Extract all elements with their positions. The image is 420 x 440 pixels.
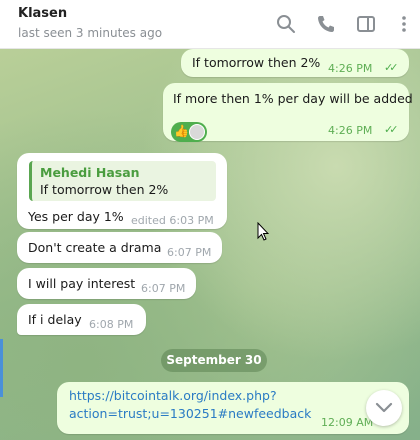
read-ticks-icon: ✓✓ bbox=[384, 123, 399, 136]
last-seen-status: last seen 3 minutes ago bbox=[18, 26, 163, 40]
side-indicator bbox=[0, 339, 3, 397]
message-outgoing-link[interactable]: https://bitcointalk.org/index.php? actio… bbox=[57, 382, 409, 434]
reply-author: Mehedi Hasan bbox=[40, 165, 140, 180]
chat-area[interactable]: If tomorrow then 2% 4:26 PM ✓✓ If more t… bbox=[0, 49, 420, 440]
message-incoming[interactable]: I will pay interest 6:07 PM bbox=[17, 268, 196, 299]
sidebar-toggle-icon[interactable] bbox=[356, 14, 376, 34]
more-icon[interactable] bbox=[394, 14, 414, 34]
chat-header: Klasen last seen 3 minutes ago bbox=[0, 0, 420, 49]
message-time: 6:07 PM bbox=[167, 246, 212, 259]
message-text: If more then 1% per day will be added bbox=[173, 91, 413, 106]
message-incoming[interactable]: Mehedi Hasan If tomorrow then 2% Yes per… bbox=[17, 153, 227, 229]
chevron-down-icon bbox=[375, 402, 393, 413]
thumbs-up-icon: 👍 bbox=[174, 124, 189, 138]
message-text: If tomorrow then 2% bbox=[192, 55, 321, 70]
message-outgoing[interactable]: If tomorrow then 2% 4:26 PM ✓✓ bbox=[181, 49, 409, 77]
search-icon[interactable] bbox=[276, 14, 296, 34]
scroll-to-bottom-button[interactable] bbox=[366, 390, 402, 426]
reply-quote[interactable]: Mehedi Hasan If tomorrow then 2% bbox=[29, 161, 216, 201]
read-ticks-icon: ✓✓ bbox=[384, 61, 399, 74]
message-text: Don't create a drama bbox=[28, 240, 162, 255]
message-incoming[interactable]: Don't create a drama 6:07 PM bbox=[17, 232, 222, 263]
message-time: 4:26 PM bbox=[328, 62, 373, 75]
reply-text: If tomorrow then 2% bbox=[40, 182, 169, 197]
mouse-cursor-icon bbox=[257, 222, 269, 241]
date-separator: September 30 bbox=[161, 349, 267, 372]
message-link[interactable]: https://bitcointalk.org/index.php? bbox=[69, 388, 277, 403]
avatar bbox=[189, 124, 205, 140]
message-link[interactable]: action=trust;u=130251#newfeedback bbox=[69, 406, 311, 421]
message-time: edited 6:03 PM bbox=[131, 214, 214, 227]
phone-icon[interactable] bbox=[316, 14, 336, 34]
message-text: Yes per day 1% bbox=[28, 209, 124, 224]
message-time: 4:26 PM bbox=[328, 124, 373, 137]
message-time: 6:08 PM bbox=[89, 318, 134, 331]
message-text: If i delay bbox=[28, 312, 82, 327]
message-time: 6:07 PM bbox=[141, 282, 186, 295]
chat-title[interactable]: Klasen bbox=[18, 6, 67, 21]
message-incoming[interactable]: If i delay 6:08 PM bbox=[17, 304, 146, 335]
message-time: 12:09 AM bbox=[321, 416, 374, 429]
message-outgoing[interactable]: If more then 1% per day will be added 👍 … bbox=[163, 83, 413, 142]
message-text: I will pay interest bbox=[28, 276, 136, 291]
reaction-badge[interactable]: 👍 bbox=[171, 122, 207, 142]
